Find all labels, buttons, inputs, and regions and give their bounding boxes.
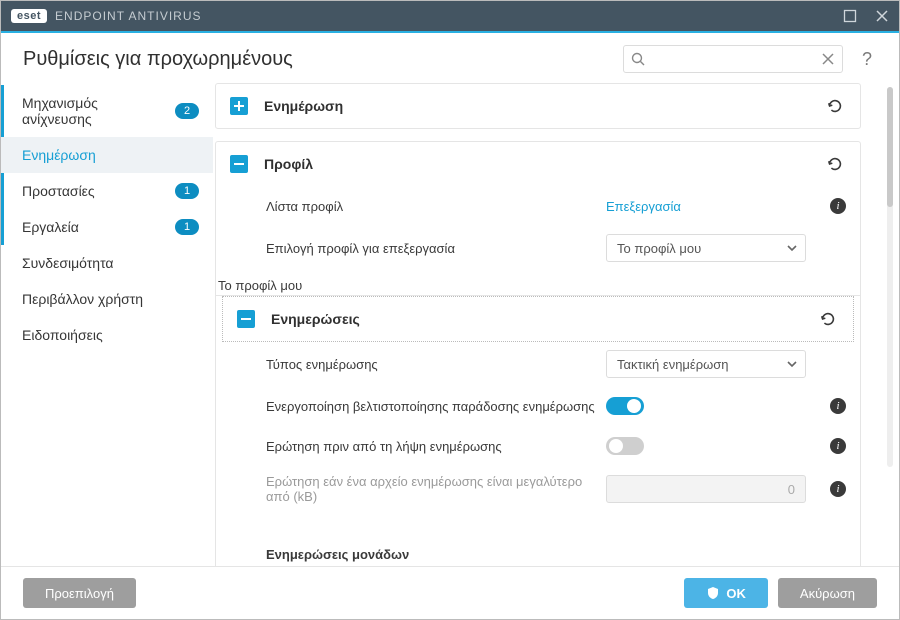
collapse-icon[interactable] [237,310,255,328]
row-label: Επιλογή προφίλ για επεξεργασία [266,241,596,256]
section-title: Ενημερώσεις [271,311,817,327]
row-profile-select: Επιλογή προφίλ για επεξεργασία Το προφίλ… [216,226,860,270]
footer: Προεπιλογή OK Ακύρωση [1,566,899,619]
product-name: ENDPOINT ANTIVIRUS [55,9,201,23]
badge: 1 [175,219,199,235]
revert-icon[interactable] [824,153,846,175]
row-module-updates-header: Ενημερώσεις μονάδων [216,534,860,566]
section-profile: Προφίλ Λίστα προφίλ Επεξεργασία i Επι [215,141,861,566]
brand-badge: eset [11,9,47,23]
search-field[interactable] [652,51,816,68]
revert-icon[interactable] [817,308,839,330]
sidebar-item-detection-engine[interactable]: Μηχανισμός ανίχνευσης 2 [1,85,213,137]
section-title: Προφίλ [264,156,824,172]
section-update: Ενημέρωση [215,83,861,129]
body: Μηχανισμός ανίχνευσης 2 Ενημέρωση Προστα… [1,83,899,566]
row-delivery-optimization: Ενεργοποίηση βελτιστοποίησης παράδοσης ε… [216,386,860,426]
ask-before-download-toggle[interactable] [606,437,644,455]
row-label: Λίστα προφίλ [266,199,596,214]
sidebar-item-label: Ειδοποιήσεις [22,327,199,343]
row-label: Ερώτηση πριν από τη λήψη ενημέρωσης [266,439,596,454]
info-icon[interactable]: i [830,481,846,497]
badge: 2 [175,103,199,119]
maximize-icon[interactable] [843,9,857,23]
section-title: Ενημέρωση [264,98,824,114]
help-button[interactable]: ? [857,49,877,70]
ok-button[interactable]: OK [684,578,768,608]
revert-icon[interactable] [824,95,846,117]
row-label: Τύπος ενημέρωσης [266,357,596,372]
sidebar-item-ui[interactable]: Περιβάλλον χρήστη [1,281,213,317]
row-label: Ερώτηση εάν ένα αρχείο ενημέρωσης είναι … [266,474,596,504]
main-panel: Ενημέρωση Προφίλ [213,83,899,566]
select-value: Το προφίλ μου [617,241,701,256]
sidebar-item-tools[interactable]: Εργαλεία 1 [1,209,213,245]
delivery-optimization-toggle[interactable] [606,397,644,415]
row-ask-before-download: Ερώτηση πριν από τη λήψη ενημέρωσης i [216,426,860,466]
section-header[interactable]: Ενημέρωση [216,84,860,128]
sidebar-item-label: Προστασίες [22,183,169,199]
row-update-type: Τύπος ενημέρωσης Τακτική ενημέρωση [216,342,860,386]
subsection-updates: Ενημερώσεις Τύπος ενημέρωσης Τακτική ενη… [216,295,860,566]
profile-select[interactable]: Το προφίλ μου [606,234,806,262]
chevron-down-icon [785,241,799,255]
edit-link[interactable]: Επεξεργασία [606,199,806,214]
scrollbar-thumb[interactable] [887,87,893,207]
size-value: 0 [788,482,795,497]
page-title: Ρυθμίσεις για προχωρημένους [23,48,609,71]
collapse-icon[interactable] [230,155,248,173]
window-controls [843,9,889,23]
sidebar-item-label: Μηχανισμός ανίχνευσης [22,95,169,127]
sidebar-item-notifications[interactable]: Ειδοποιήσεις [1,317,213,353]
size-threshold-input: 0 [606,475,806,503]
select-value: Τακτική ενημέρωση [617,357,729,372]
sidebar: Μηχανισμός ανίχνευσης 2 Ενημέρωση Προστα… [1,83,213,566]
row-label: Ενεργοποίηση βελτιστοποίησης παράδοσης ε… [266,399,596,414]
search-icon [630,51,646,67]
row-label: Ενημερώσεις μονάδων [266,547,596,562]
close-icon[interactable] [875,9,889,23]
info-icon[interactable]: i [830,198,846,214]
row-profile-list: Λίστα προφίλ Επεξεργασία i [216,186,860,226]
profile-subheader: Το προφίλ μου [216,270,860,295]
update-type-select[interactable]: Τακτική ενημέρωση [606,350,806,378]
ok-label: OK [726,586,746,601]
row-size-threshold: Ερώτηση εάν ένα αρχείο ενημέρωσης είναι … [216,466,860,512]
chevron-down-icon [785,357,799,371]
app-window: eset ENDPOINT ANTIVIRUS Ρυθμίσεις για πρ… [0,0,900,620]
titlebar: eset ENDPOINT ANTIVIRUS [1,1,899,31]
shield-icon [706,586,720,600]
search-input[interactable] [623,45,843,73]
section-header[interactable]: Προφίλ [216,142,860,186]
badge: 1 [175,183,199,199]
sidebar-item-label: Περιβάλλον χρήστη [22,291,199,307]
sidebar-item-label: Ενημέρωση [22,147,199,163]
clear-search-icon[interactable] [820,51,836,67]
info-icon[interactable]: i [830,438,846,454]
sidebar-item-connectivity[interactable]: Συνδεσιμότητα [1,245,213,281]
expand-icon[interactable] [230,97,248,115]
sidebar-item-update[interactable]: Ενημέρωση [1,137,213,173]
sidebar-item-protections[interactable]: Προστασίες 1 [1,173,213,209]
sidebar-item-label: Εργαλεία [22,219,169,235]
info-icon[interactable]: i [830,398,846,414]
sidebar-item-label: Συνδεσιμότητα [22,255,199,271]
default-button[interactable]: Προεπιλογή [23,578,136,608]
header: Ρυθμίσεις για προχωρημένους ? [1,33,899,83]
cancel-button[interactable]: Ακύρωση [778,578,877,608]
content: Ενημέρωση Προφίλ [215,83,877,566]
scrollbar[interactable] [887,87,893,467]
subsection-header[interactable]: Ενημερώσεις [222,296,854,342]
